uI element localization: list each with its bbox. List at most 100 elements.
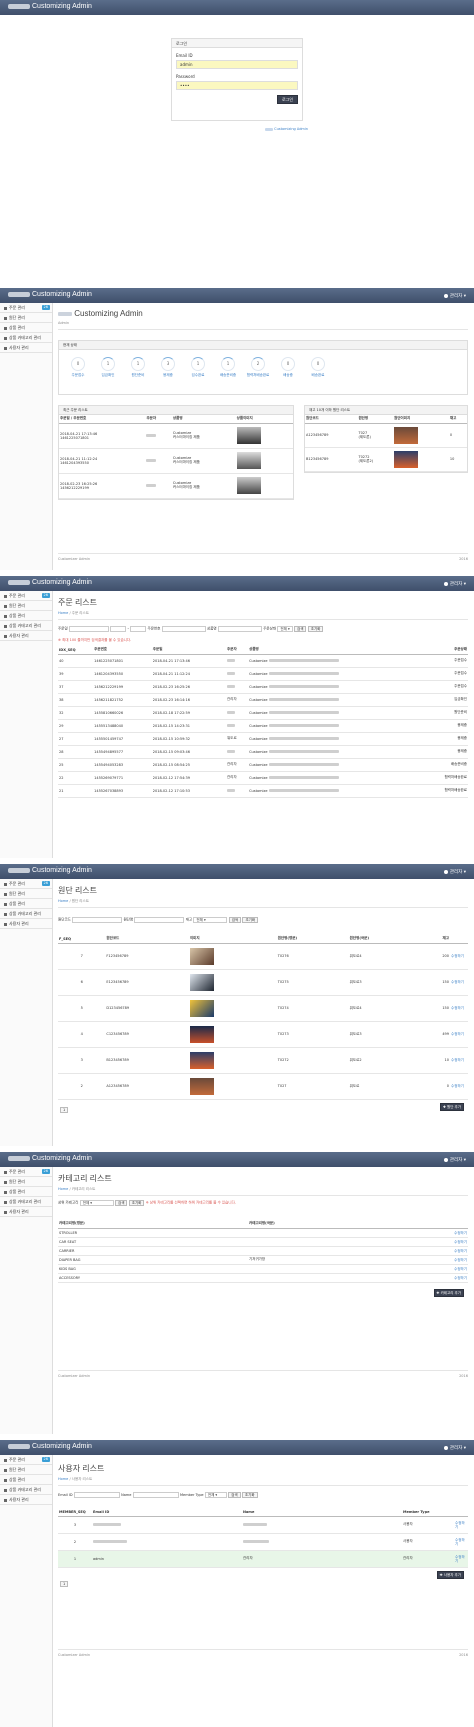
sidebar-item-products[interactable]: 상품 관리 — [0, 611, 52, 621]
pagination-page[interactable]: 1 — [60, 1580, 69, 1587]
search-button[interactable]: 검색 — [228, 917, 242, 923]
brand[interactable]: Customizing Admin — [8, 1443, 92, 1450]
status-circle[interactable]: 0 주문접수 — [66, 357, 90, 377]
reset-button[interactable]: 초기화 — [128, 1200, 145, 1206]
edit-link[interactable]: 수정하기 — [450, 995, 468, 1022]
email-field[interactable]: admin — [176, 60, 298, 69]
sidebar-item-categories[interactable]: 상품 카테고리 관리 — [0, 1485, 52, 1495]
edit-link[interactable]: 수정하기 — [450, 1073, 468, 1100]
table-row[interactable]: 2018-04-21 11:12:24 1461204393550 Customiz… — [59, 448, 293, 474]
table-row[interactable]: B123456789 T0272 (제도론2) 10 — [305, 447, 467, 472]
table-row[interactable]: 21 1455267038893 2018-02-12 17:10:53 Custom… — [58, 784, 468, 798]
date-to-input-2[interactable] — [130, 626, 147, 632]
table-row[interactable]: 27 1455501459747 2018-02-15 10:59:32 워도르 Cus… — [58, 732, 468, 746]
table-row[interactable]: 3 B123456789 T0272 워도르2 10 수정하기 — [58, 1047, 468, 1074]
table-row[interactable]: 7 F123456789 T0276 워도르4 200 수정하기 — [58, 943, 468, 970]
status-circle[interactable]: 3 봉제중 — [156, 357, 180, 377]
edit-link[interactable]: 수정하기 — [450, 969, 468, 996]
sidebar-item-users[interactable]: 사용자 관리 — [0, 343, 52, 353]
table-row[interactable]: KIDS BAG 수정하기 — [58, 1264, 468, 1274]
user-menu[interactable]: 관리자 ▾ — [443, 1445, 466, 1451]
add-category-button[interactable]: ✚ 카테고리 추가 — [433, 1288, 464, 1297]
table-row[interactable]: 28 1455494895577 2018-02-15 09:03:46 Custom… — [58, 745, 468, 759]
status-circle[interactable]: 2 협력처배송완료 — [246, 357, 270, 377]
table-row[interactable]: 40 1461225071801 2018-04-21 17:13:46 Custom… — [58, 654, 468, 668]
brand[interactable]: Customizing Admin — [8, 3, 92, 10]
reset-button[interactable]: 초기화 — [242, 917, 259, 923]
status-select[interactable]: 전체 ▾ — [277, 626, 293, 632]
pagination-page[interactable]: 1 — [60, 1106, 69, 1113]
breadcrumb-home[interactable]: Home — [58, 1477, 68, 1481]
brand[interactable]: Customizing Admin — [8, 1155, 92, 1162]
type-select[interactable]: 전체 ▾ — [204, 1492, 227, 1498]
table-row[interactable]: 39 1461204393550 2018-04-21 11:12:24 Custom… — [58, 667, 468, 681]
sidebar-item-products[interactable]: 상품 관리 — [0, 899, 52, 909]
table-row[interactable]: CAR SEAT 수정하기 — [58, 1237, 468, 1247]
sidebar-item-orders[interactable]: 주문 관리 26 — [0, 879, 52, 889]
table-row[interactable]: 38 1456211821752 2018-02-23 16:14:16 관리자 Cus… — [58, 693, 468, 707]
user-menu[interactable]: 관리자 ▾ — [443, 581, 466, 587]
sidebar-item-users[interactable]: 사용자 관리 — [0, 1207, 52, 1217]
reset-button[interactable]: 초기화 — [307, 626, 324, 632]
edit-link[interactable]: 수정하기 — [454, 1533, 468, 1551]
search-button[interactable]: 검색 — [115, 1200, 128, 1206]
brand[interactable]: Customizing Admin — [8, 579, 92, 586]
table-row[interactable]: 5 D123456789 T0274 워도르4 150 수정하기 — [58, 995, 468, 1022]
sidebar-item-fabrics[interactable]: 원단 관리 — [0, 889, 52, 899]
login-footer-link[interactable]: Customizing Admin — [265, 127, 308, 131]
user-menu[interactable]: 관리자 ▾ — [443, 293, 466, 299]
table-row[interactable]: 25 1455494053283 2018-02-15 08:54:25 관리자 Cus… — [58, 758, 468, 772]
sidebar-item-categories[interactable]: 상품 카테고리 관리 — [0, 333, 52, 343]
sidebar-item-fabrics[interactable]: 원단 관리 — [0, 1177, 52, 1187]
sidebar-item-orders[interactable]: 주문 관리 26 — [0, 303, 52, 313]
edit-link[interactable]: 수정하기 — [450, 1047, 468, 1074]
add-user-button[interactable]: ✚ 사용자 추가 — [436, 1570, 464, 1579]
table-row[interactable]: A123456789 T027 (제도론) 0 — [305, 423, 467, 448]
name-input[interactable] — [134, 917, 185, 923]
sidebar-item-users[interactable]: 사용자 관리 — [0, 919, 52, 929]
sidebar-item-fabrics[interactable]: 원단 관리 — [0, 601, 52, 611]
sidebar-item-categories[interactable]: 상품 카테고리 관리 — [0, 909, 52, 919]
reset-button[interactable]: 초기화 — [241, 1492, 258, 1498]
edit-link[interactable]: 수정하기 — [391, 1273, 468, 1283]
date-from-input[interactable] — [68, 626, 109, 632]
edit-link[interactable]: 수정하기 — [391, 1264, 468, 1274]
edit-link[interactable]: 수정하기 — [450, 1021, 468, 1048]
status-circle[interactable]: 1 입금확인 — [96, 357, 120, 377]
table-row[interactable]: 4 C123456789 T0273 워도르3 499 수정하기 — [58, 1021, 468, 1048]
sidebar-item-users[interactable]: 사용자 관리 — [0, 1495, 52, 1505]
status-circle[interactable]: 1 원단준비 — [126, 357, 150, 377]
table-row[interactable]: 29 1455513488040 2018-02-15 14:23:31 Custom… — [58, 719, 468, 733]
product-input[interactable] — [217, 626, 262, 632]
table-row[interactable]: 1 admin 관리자 관리자 수정하기 — [58, 1550, 468, 1568]
edit-link[interactable]: 수정하기 — [391, 1228, 468, 1238]
table-row[interactable]: 6 E123456789 T0275 워도르3 150 수정하기 — [58, 969, 468, 996]
orderno-input[interactable] — [161, 626, 206, 632]
table-row[interactable]: STROLLER 수정하기 — [58, 1228, 468, 1238]
status-circle[interactable]: 1 검수완료 — [186, 357, 210, 377]
name-input[interactable] — [132, 1492, 179, 1498]
status-circle[interactable]: 0 배송중 — [276, 357, 300, 377]
date-to-input[interactable] — [110, 626, 127, 632]
sidebar-item-orders[interactable]: 주문 관리 26 — [0, 1167, 52, 1177]
status-circle[interactable]: 1 배송준비중 — [216, 357, 240, 377]
sidebar-item-fabrics[interactable]: 원단 관리 — [0, 313, 52, 323]
user-menu[interactable]: 관리자 ▾ — [443, 1157, 466, 1163]
add-fabric-button[interactable]: ✚ 원단 추가 — [439, 1102, 464, 1111]
edit-link[interactable]: 수정하기 — [454, 1550, 468, 1568]
table-row[interactable]: 2 A123456789 T027 워도르 0 수정하기 — [58, 1073, 468, 1100]
edit-link[interactable]: 수정하기 — [391, 1246, 468, 1256]
sidebar-item-products[interactable]: 상품 관리 — [0, 323, 52, 333]
sidebar-item-orders[interactable]: 주문 관리 26 — [0, 591, 52, 601]
breadcrumb-home[interactable]: Home — [58, 899, 68, 903]
sidebar-item-categories[interactable]: 상품 카테고리 관리 — [0, 1197, 52, 1207]
brand[interactable]: Customizing Admin — [8, 291, 92, 298]
table-row[interactable]: 32 1455810660026 2018-02-18 17:22:59 Custom… — [58, 706, 468, 720]
sidebar-item-users[interactable]: 사용자 관리 — [0, 631, 52, 641]
table-row[interactable]: ACCESSORY 수정하기 — [58, 1273, 468, 1283]
edit-link[interactable]: 수정하기 — [454, 1516, 468, 1534]
breadcrumb-home[interactable]: Home — [58, 1187, 68, 1191]
user-menu[interactable]: 관리자 ▾ — [443, 869, 466, 875]
table-row[interactable]: DIAPER BAG 기저귀가방 수정하기 — [58, 1255, 468, 1265]
table-row[interactable]: 2018-02-23 16:25:26 1456212229199 Customiz… — [59, 473, 293, 499]
